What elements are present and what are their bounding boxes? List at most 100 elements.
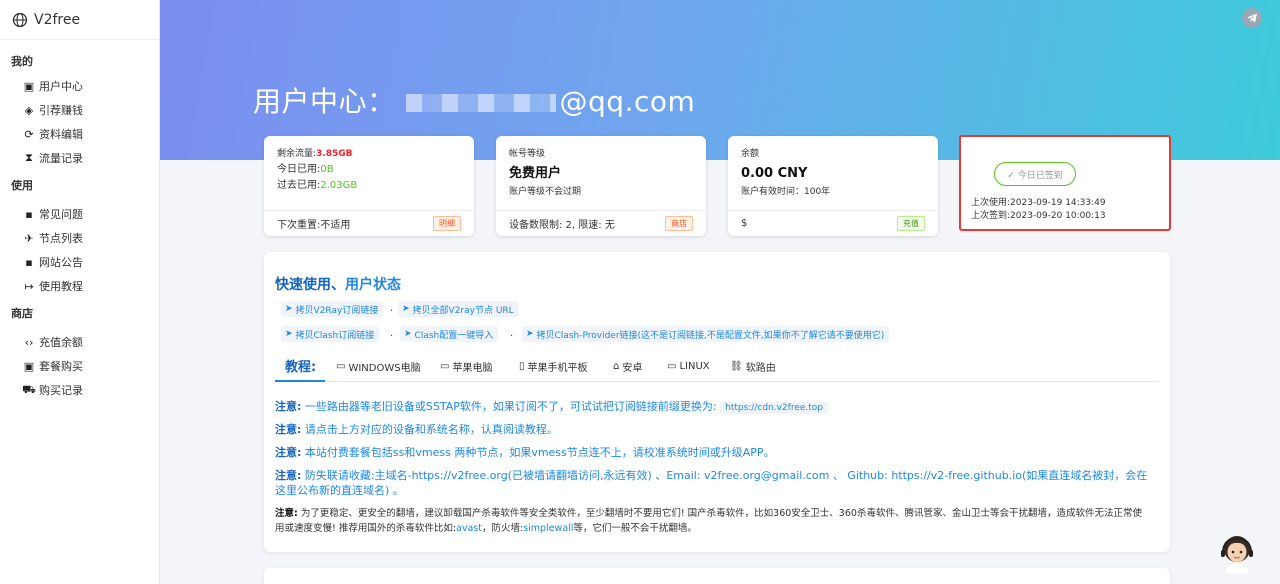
sidebar: V2free 我的 ▣ 用户中心 ◈ 引荐赚钱 ⟳ 资料编辑 ⧗ 流量记录 使用 ▪ 常见… <box>0 0 160 584</box>
sidebar-item-label: 购买记录 <box>39 384 83 397</box>
shop-button[interactable]: 商店 <box>665 216 693 231</box>
device-limit: 设备数限制: 2, 限速: 无 <box>509 220 615 231</box>
send-icon: ➤ <box>526 329 534 339</box>
sidebar-item-label: 网站公告 <box>39 256 83 269</box>
separator: . <box>510 328 514 339</box>
note-read-tutorial: 注意: 请点击上方对应的设备和系统名称，认真阅读教程。 <box>275 422 1155 437</box>
remaining-traffic-label: 剩余流量: <box>277 149 317 159</box>
separator: . <box>390 328 394 339</box>
sidebar-item-referral[interactable]: ◈ 引荐赚钱 <box>0 98 159 122</box>
telegram-icon[interactable] <box>1242 8 1262 28</box>
login-arrow-icon: ↦ <box>24 279 34 293</box>
next-reset: 下次重置:不适用 <box>277 220 351 231</box>
tab-linux[interactable]: ▭ LINUX <box>667 358 710 374</box>
android-icon: ⌂ <box>613 360 620 372</box>
page-title-prefix: 用户中心： <box>253 85 396 118</box>
support-avatar-icon[interactable] <box>1218 532 1256 575</box>
chip-label: Clash配置一键导入 <box>414 330 494 341</box>
copy-clash-provider-button[interactable]: ➤ 拷贝Clash-Provider链接(这不是订阅链接,不是配置文件,如果你不了… <box>522 326 890 342</box>
today-used-label: 今日已用: <box>277 164 321 175</box>
sidebar-section-shop: 商店 <box>11 307 33 320</box>
sidebar-item-recharge[interactable]: ‹› 充值余额 <box>0 330 159 354</box>
page-title-email-suffix: @qq.com <box>559 85 696 118</box>
note-text: 等，它们一般不会干扰翻墙。 <box>573 523 697 534</box>
clash-import-button[interactable]: ➤ Clash配置一键导入 <box>400 326 499 342</box>
detail-button[interactable]: 明细 <box>433 216 461 231</box>
phone-icon: ▯ <box>519 360 525 372</box>
comment-alert-icon: ▪ <box>25 207 33 221</box>
panel-title-a: 快速使用、 <box>275 277 345 293</box>
sidebar-section-use: 使用 <box>11 179 33 192</box>
last-used: 上次使用:2023-09-19 14:33:49 <box>971 198 1106 208</box>
sidebar-item-nodes[interactable]: ✈ 节点列表 <box>0 226 159 250</box>
send-icon: ➤ <box>285 329 293 339</box>
note-text: 请点击上方对应的设备和系统名称，认真阅读教程。 <box>304 423 558 436</box>
brand[interactable]: V2free <box>0 0 159 40</box>
sidebar-item-label: 节点列表 <box>39 232 83 245</box>
note-label: 注意: <box>275 508 298 519</box>
note-domains: 注意: 防失联请收藏:主域名-https://v2free.org(已被墙请翻墙… <box>275 468 1155 498</box>
copy-all-v2ray-nodes-button[interactable]: ➤ 拷贝全部V2ray节点 URL <box>398 301 519 317</box>
copy-v2ray-sub-button[interactable]: ➤ 拷贝V2Ray订阅链接 <box>281 301 384 317</box>
recharge-button[interactable]: 充值 <box>897 216 925 231</box>
tab-windows[interactable]: ▭ WINDOWS电脑 <box>336 358 421 374</box>
avast-link[interactable]: avast <box>456 523 482 534</box>
sidebar-item-announcements[interactable]: ▪ 网站公告 <box>0 250 159 274</box>
tab-router[interactable]: ⛓ 软路由 <box>730 358 776 374</box>
plane-icon: ✈ <box>24 231 34 245</box>
sidebar-item-label: 引荐赚钱 <box>39 104 83 117</box>
sidebar-item-label: 资料编辑 <box>39 128 83 141</box>
redacted-email <box>405 94 556 112</box>
cdn-url[interactable]: https://cdn.v2free.top <box>720 402 829 414</box>
level-label: 帐号等级 <box>509 149 546 159</box>
cart-icon: ⛟ <box>22 382 36 396</box>
panel-title-b[interactable]: 用户状态 <box>345 277 401 293</box>
note-antivirus: 注意: 为了更稳定、更安全的翻墙，建议卸载国产杀毒软件等安全类软件，至少翻墙时不… <box>275 506 1150 536</box>
sidebar-item-orders[interactable]: ⛟ 购买记录 <box>0 378 159 402</box>
tab-android[interactable]: ⌂ 安卓 <box>613 358 642 374</box>
note-label: 注意: <box>275 469 302 482</box>
shopping-bag-icon: ▣ <box>23 359 35 373</box>
chip-label: 拷贝Clash-Provider链接(这不是订阅链接,不是配置文件,如果你不了解… <box>536 330 885 341</box>
sidebar-item-traffic-log[interactable]: ⧗ 流量记录 <box>0 146 159 170</box>
note-text: 本站付费套餐包括ss和vmess 两种节点，如果vmess节点连不上，请校准系统… <box>304 446 775 459</box>
checked-in-button[interactable]: ✓ 今日已签到 <box>994 162 1076 186</box>
send-icon: ➤ <box>285 304 293 314</box>
note-text: ，防火墙: <box>481 523 524 534</box>
page-title: 用户中心： @qq.com <box>253 80 695 120</box>
sidebar-item-label: 套餐购买 <box>39 360 83 373</box>
next-panel <box>264 568 1170 584</box>
note-label: 注意: <box>275 423 302 436</box>
sidebar-item-faq[interactable]: ▪ 常见问题 <box>0 202 159 226</box>
sidebar-item-tutorial[interactable]: ↦ 使用教程 <box>0 274 159 298</box>
monitor-icon: ▭ <box>336 360 346 372</box>
note-node-types: 注意: 本站付费套餐包括ss和vmess 两种节点，如果vmess节点连不上，请… <box>275 445 1155 460</box>
note-label: 注意: <box>275 400 302 413</box>
tab-underline <box>275 380 325 382</box>
tab-iphone[interactable]: ▯ 苹果手机平板 <box>519 358 588 374</box>
hourglass-icon: ⧗ <box>25 151 33 164</box>
past-used-label: 过去已用: <box>277 180 321 191</box>
note-text: 防失联请收藏:主域名-https://v2free.org(已被墙请翻墙访问,永… <box>275 469 1148 497</box>
copy-clash-sub-button[interactable]: ➤ 拷贝Clash订阅链接 <box>281 326 380 342</box>
sync-icon: ⟳ <box>24 127 34 141</box>
tab-label: 软路由 <box>745 362 776 374</box>
sidebar-item-label: 用户中心 <box>39 80 83 93</box>
tab-mac[interactable]: ▭ 苹果电脑 <box>440 358 492 374</box>
separator: . <box>390 303 394 314</box>
sidebar-item-user-center[interactable]: ▣ 用户中心 <box>0 74 159 98</box>
note-label: 注意: <box>275 446 302 459</box>
sidebar-item-profile[interactable]: ⟳ 资料编辑 <box>0 122 159 146</box>
simplewall-link[interactable]: simplewall <box>523 523 573 534</box>
brand-name: V2free <box>34 11 81 28</box>
sidebar-item-plans[interactable]: ▣ 套餐购买 <box>0 354 159 378</box>
level-card: 帐号等级 免费用户 账户等级不会过期 设备数限制: 2, 限速: 无 商店 <box>496 136 706 236</box>
tab-label: WINDOWS电脑 <box>348 362 421 374</box>
sidebar-item-label: 使用教程 <box>39 280 83 293</box>
traffic-card: 剩余流量:3.85GB 今日已用:0B 过去已用:2.03GB 下次重置:不适用… <box>264 136 474 236</box>
level-sub: 账户等级不会过期 <box>509 187 582 197</box>
panel-title: 快速使用、用户状态 <box>275 274 401 294</box>
balance-card: 余额 0.00 CNY 账户有效时间：100年 $ 充值 <box>728 136 938 236</box>
tab-tutorial[interactable]: 教程: <box>285 356 316 375</box>
tab-label: 苹果电脑 <box>452 362 493 374</box>
